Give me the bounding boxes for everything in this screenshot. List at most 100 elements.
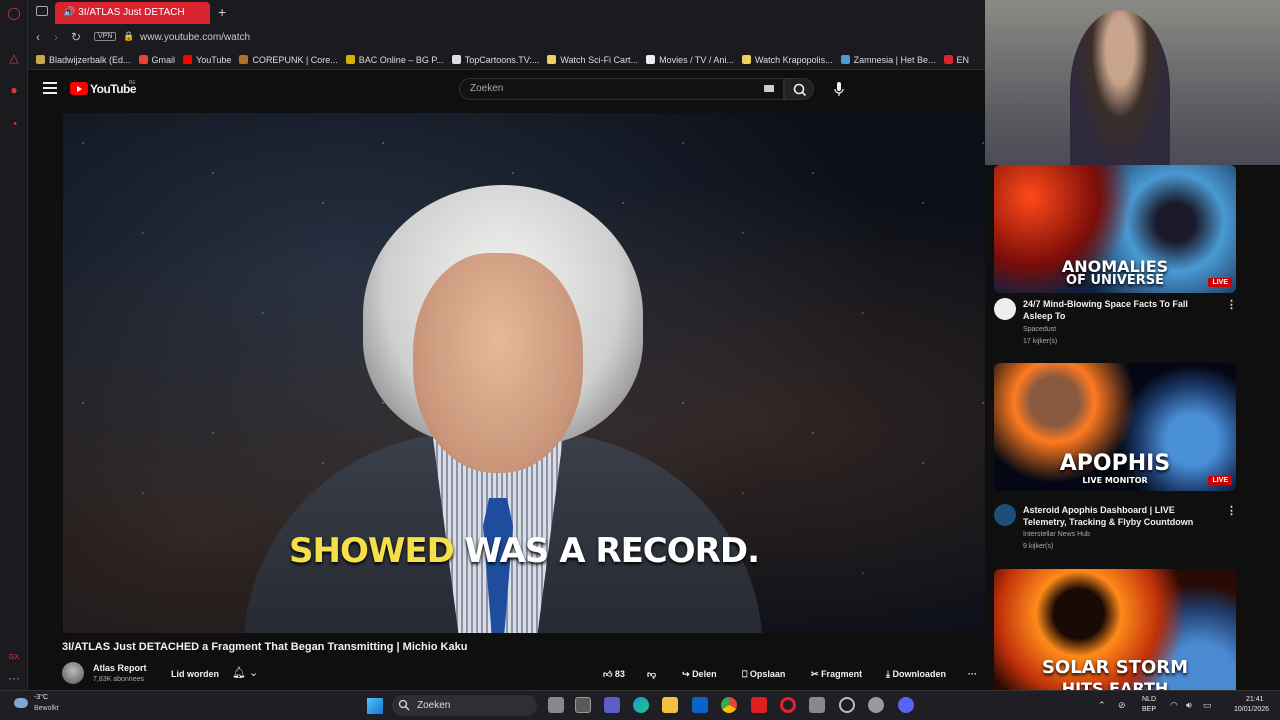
clock-date[interactable]: 10/01/2026 (1234, 706, 1269, 713)
vpn-badge[interactable]: VPN (94, 32, 117, 41)
menu-icon[interactable] (43, 82, 57, 94)
search-input[interactable]: Zoeken (459, 78, 784, 100)
bookmark-item[interactable]: YouTube (183, 50, 231, 69)
more-options-icon[interactable]: ⋮ (1226, 504, 1237, 517)
download-label: Downloaden (892, 669, 947, 679)
new-tab-button[interactable]: + (218, 4, 226, 20)
more-icon[interactable]: ··· (6, 670, 22, 686)
opera-gx-icon[interactable] (780, 697, 796, 713)
bookmark-label: TopCartoons.TV:... (464, 55, 540, 65)
messenger-icon[interactable]: ● (6, 82, 22, 98)
reload-icon[interactable]: ↻ (71, 30, 81, 44)
tray-app-icon[interactable]: ⊘ (1118, 700, 1126, 711)
bookmark-favicon-icon (840, 55, 850, 64)
chrome-icon[interactable] (721, 697, 737, 713)
opera-logo-icon[interactable]: ◯ (6, 5, 22, 21)
more-options-icon[interactable]: ⋮ (1226, 298, 1237, 311)
gx-icon[interactable]: GX (6, 650, 22, 666)
recommendation-channel[interactable]: Interstellar News Hub (1023, 531, 1090, 538)
calculator-icon[interactable] (809, 697, 825, 713)
edge-icon[interactable] (633, 697, 649, 713)
clip-button[interactable]: ✂ Fragment (811, 669, 862, 680)
recommendation-item[interactable]: SOLAR STORM HITS EARTH (994, 569, 1254, 690)
wifi-icon[interactable]: ◠ (1170, 700, 1178, 711)
start-button[interactable] (367, 698, 383, 714)
weather-temperature[interactable]: -3°C (34, 694, 48, 701)
recommendation-title[interactable]: Asteroid Apophis Dashboard | LIVE Teleme… (1023, 504, 1208, 528)
lock-icon[interactable]: 🔒 (123, 31, 134, 42)
app-icon[interactable] (839, 697, 855, 713)
bookmark-item[interactable]: TopCartoons.TV:... (451, 50, 540, 69)
youtube-logo-icon[interactable] (70, 82, 88, 95)
more-actions-icon[interactable]: ··· (968, 669, 977, 679)
like-button[interactable]: 👍︎ 83 (603, 669, 625, 680)
bookmark-item[interactable]: Watch Krapopolis... (741, 50, 833, 69)
volume-icon[interactable]: 🔊︎ (1186, 700, 1192, 711)
share-icon: ↪ (682, 669, 690, 679)
active-tab[interactable]: 🔊 3I/ATLAS Just DETACH (55, 2, 210, 24)
aria-icon[interactable]: △ (6, 50, 22, 66)
bookmark-favicon-icon (451, 55, 461, 64)
recommendation-channel[interactable]: Spacedust (1023, 326, 1056, 333)
speaker-icon[interactable]: 🔊 (63, 7, 75, 18)
recommendation-title[interactable]: 24/7 Mind-Blowing Space Facts To Fall As… (1023, 298, 1208, 322)
bookmark-favicon-icon (741, 55, 751, 64)
bookmark-item[interactable]: Bladwijzerbalk (Ed... (36, 50, 131, 69)
keyboard-language[interactable]: NLD (1142, 696, 1156, 703)
bookmark-item[interactable]: COREPUNK | Core... (239, 50, 338, 69)
windows-taskbar: -3°C Bewolkt Zoeken ⌃ ⊘ NLD BEP ◠ 🔊︎ ▭ 2… (0, 690, 1280, 720)
bookmarks-bar: Bladwijzerbalk (Ed... Gmail YouTube COREPUN… (28, 50, 985, 70)
history-icon[interactable]: ◔ (6, 116, 22, 132)
weather-description[interactable]: Bewolkt (34, 705, 59, 712)
media-player-icon[interactable] (751, 697, 767, 713)
keyboard-layout[interactable]: BEP (1142, 706, 1156, 713)
channel-name[interactable]: Atlas Report (93, 663, 147, 673)
teams-icon[interactable] (604, 697, 620, 713)
bookmark-item[interactable]: Watch Sci-Fi Cart... (547, 50, 638, 69)
bookmark-item[interactable]: Gmail (138, 50, 175, 69)
bookmark-item[interactable]: Zamnesia | Het Be... (840, 50, 936, 69)
taskbar-search[interactable]: Zoeken (392, 695, 537, 716)
battery-icon[interactable]: ▭ (1203, 700, 1212, 711)
save-button[interactable]: ⎕ Opslaan (742, 669, 785, 680)
outlook-icon[interactable] (692, 697, 708, 713)
widgets-icon[interactable] (575, 697, 591, 713)
channel-avatar[interactable] (994, 504, 1016, 526)
live-badge: LIVE (1208, 278, 1232, 287)
voice-search-button[interactable] (828, 78, 850, 100)
url-field[interactable]: www.youtube.com/watch (140, 32, 250, 43)
back-icon[interactable]: ‹ (36, 30, 40, 44)
forward-icon[interactable]: › (54, 30, 58, 44)
tray-chevron-icon[interactable]: ⌃ (1098, 700, 1106, 711)
task-view-icon[interactable] (548, 697, 564, 713)
share-button[interactable]: ↪ Delen (682, 669, 717, 680)
settings-gear-icon[interactable] (868, 697, 884, 713)
video-thumbnail[interactable]: ANOMALIES OF UNIVERSE LIVE (994, 165, 1236, 293)
taskbar-search-label: Zoeken (417, 700, 451, 711)
file-explorer-icon[interactable] (662, 697, 678, 713)
join-button[interactable]: Lid worden (171, 669, 219, 679)
bookmark-item[interactable]: BAC Online – BG P... (345, 50, 444, 69)
bookmark-favicon-icon (36, 55, 45, 64)
video-thumbnail[interactable]: APOPHIS LIVE MONITOR LIVE (994, 363, 1236, 491)
channel-avatar[interactable] (994, 298, 1016, 320)
caption-highlight: SHOWED (289, 531, 455, 571)
dislike-button[interactable]: 👎︎ (647, 669, 656, 680)
notification-bell-icon[interactable]: 🔔︎ ⌄ (232, 666, 258, 679)
bookmark-item[interactable]: Movies / TV / Ani... (646, 50, 734, 69)
channel-avatar[interactable] (62, 662, 84, 684)
download-button[interactable]: ⤓ Downloaden (886, 669, 946, 680)
recommendations-panel: ANOMALIES OF UNIVERSE LIVE 24/7 Mind-Blo… (985, 165, 1280, 690)
recommendation-item[interactable]: ANOMALIES OF UNIVERSE LIVE 24/7 Mind-Blo… (994, 165, 1254, 345)
discord-icon[interactable] (898, 697, 914, 713)
clock-time[interactable]: 21:41 (1246, 696, 1264, 703)
recommendation-item[interactable]: APOPHIS LIVE MONITOR LIVE Asteroid Apoph… (994, 363, 1254, 550)
weather-cloud-icon[interactable] (14, 698, 28, 708)
workspaces-icon[interactable] (36, 6, 48, 16)
keyboard-icon[interactable] (764, 85, 774, 92)
bookmark-item[interactable]: EN (943, 50, 969, 69)
video-player[interactable]: SHOWED WAS A RECORD. (63, 113, 985, 633)
video-thumbnail[interactable]: SOLAR STORM HITS EARTH (994, 569, 1236, 690)
bookmark-favicon-icon (183, 55, 193, 64)
search-button[interactable] (784, 78, 814, 100)
